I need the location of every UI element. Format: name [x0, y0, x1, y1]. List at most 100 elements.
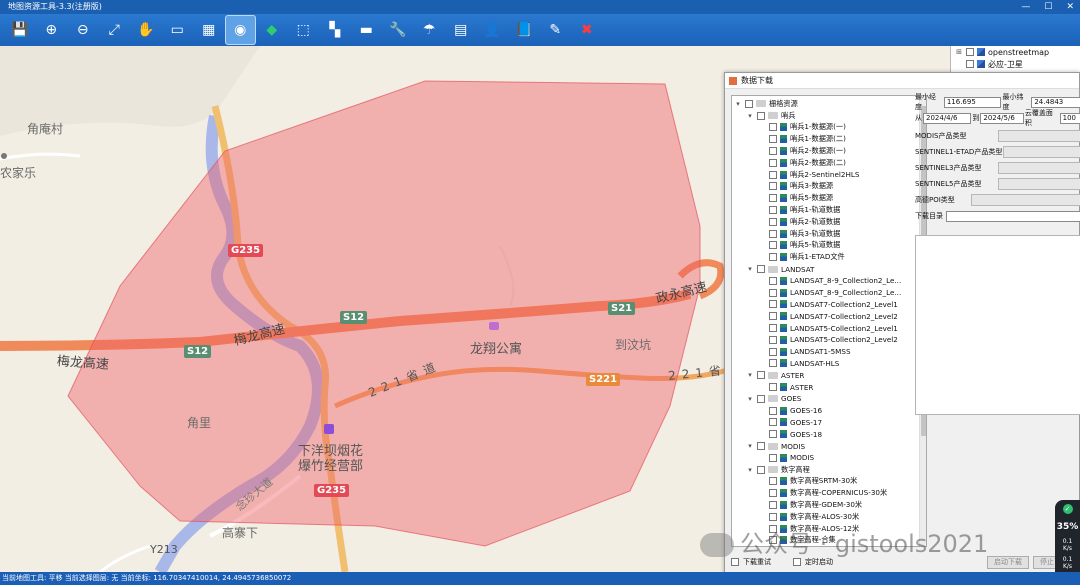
tree-checkbox[interactable]	[769, 170, 777, 179]
modis-type-select[interactable]	[997, 130, 1080, 142]
tree-checkbox[interactable]	[769, 229, 777, 238]
tree-checkbox[interactable]	[769, 312, 777, 321]
tree-checkbox[interactable]	[769, 453, 777, 462]
tree-checkbox[interactable]	[769, 347, 777, 356]
user-icon[interactable]: 👤	[477, 15, 509, 45]
tree-item-row[interactable]: 哨兵1-ETAD文件	[734, 251, 918, 263]
tree-item-row[interactable]: LANDSAT-HLS	[734, 358, 918, 370]
tree-checkbox[interactable]	[769, 335, 777, 344]
expand-icon[interactable]: ⊞	[955, 48, 963, 56]
tree-item-row[interactable]: 哨兵3-数据源	[734, 181, 918, 193]
minimize-icon[interactable]: —	[1021, 0, 1030, 14]
tree-checkbox[interactable]	[757, 371, 765, 380]
book-icon[interactable]: 📘	[508, 15, 540, 45]
start-download-button[interactable]: 启动下载	[987, 555, 1029, 569]
expand-icon[interactable]: ▾	[746, 112, 754, 120]
retry-checkbox[interactable]	[731, 558, 739, 566]
tree-item-row[interactable]: LANDSAT5-Collection2_Level2	[734, 334, 918, 346]
expand-icon[interactable]: ▾	[746, 371, 754, 379]
tree-checkbox[interactable]	[769, 206, 777, 215]
expand-icon[interactable]: ▾	[746, 395, 754, 403]
timer-checkbox[interactable]	[793, 558, 801, 566]
s5-type-select[interactable]	[997, 178, 1080, 190]
tree-checkbox[interactable]	[757, 442, 765, 450]
pencil-icon[interactable]: ✎	[540, 15, 572, 45]
s3-type-select[interactable]	[997, 162, 1080, 174]
tree-item-row[interactable]: LANDSAT_8-9_Collection2_Le...	[734, 287, 918, 299]
tree-checkbox[interactable]	[769, 182, 777, 191]
tree-item-row[interactable]: 数字高程-GDEM-30米	[734, 499, 918, 511]
tree-item-row[interactable]: LANDSAT_8-9_Collection2_Le...	[734, 275, 918, 287]
tree-item-row[interactable]: 哨兵2-数据源(一)	[734, 145, 918, 157]
tree-checkbox[interactable]	[757, 465, 765, 474]
tree-checkbox[interactable]	[769, 158, 777, 167]
tree-checkbox[interactable]	[769, 288, 777, 297]
maximize-icon[interactable]: ☐	[1044, 0, 1052, 14]
zoom-in-icon[interactable]: ⊕	[36, 15, 68, 45]
tree-item-row[interactable]: GOES-17	[734, 417, 918, 429]
move-icon[interactable]: ⬚	[288, 15, 320, 45]
polygon-draw-icon[interactable]: ◆	[256, 15, 288, 45]
tree-item-row[interactable]: 数字高程SRTM-30米	[734, 476, 918, 488]
expand-icon[interactable]: ▾	[746, 442, 754, 450]
expand-icon[interactable]: ▾	[746, 466, 754, 474]
tree-checkbox[interactable]	[769, 477, 777, 486]
tree-item-row[interactable]: 数字高程-ALOS-30米	[734, 511, 918, 523]
tree-item-row[interactable]: 哨兵1-轨道数据	[734, 204, 918, 216]
tree-folder-row[interactable]: ▾ 哨兵	[734, 110, 918, 122]
tree-folder-row[interactable]: ▾ LANDSAT	[734, 263, 918, 275]
umbrella-icon[interactable]: ☂	[414, 15, 446, 45]
tree-folder-row[interactable]: ▾ MODIS	[734, 440, 918, 452]
eraser-icon[interactable]: ▬	[351, 15, 383, 45]
tree-folder-row[interactable]: ▾ 栅格资源	[734, 98, 918, 110]
grid-icon[interactable]: ▦	[193, 15, 225, 45]
tree-checkbox[interactable]	[769, 241, 777, 250]
tree-checkbox[interactable]	[769, 123, 777, 132]
tree-item-row[interactable]: GOES-16	[734, 405, 918, 417]
tree-item-row[interactable]: LANDSAT7-Collection2_Level1	[734, 299, 918, 311]
tree-checkbox[interactable]	[769, 135, 777, 144]
tree-checkbox[interactable]	[769, 217, 777, 226]
expand-icon[interactable]: ▾	[734, 100, 742, 108]
tree-item-row[interactable]: 哨兵1-数据源(一)	[734, 122, 918, 134]
tree-checkbox[interactable]	[757, 265, 765, 274]
layer-stack-icon[interactable]: ▤	[445, 15, 477, 45]
from-date-input[interactable]: 2024/4/6	[923, 112, 972, 124]
tree-checkbox[interactable]	[745, 99, 753, 108]
tree-folder-row[interactable]: ▾ 数字高程	[734, 464, 918, 476]
tree-item-row[interactable]: 哨兵2-数据源(二)	[734, 157, 918, 169]
tree-checkbox[interactable]	[769, 383, 777, 392]
tree-checkbox[interactable]	[769, 489, 777, 498]
tree-item-row[interactable]: 哨兵3-轨道数据	[734, 228, 918, 240]
tree-item-row[interactable]: 哨兵1-数据源(二)	[734, 133, 918, 145]
pan-hand-icon[interactable]: ✋	[130, 15, 162, 45]
tree-checkbox[interactable]	[769, 276, 777, 285]
layer-row-osm[interactable]: ⊞ openstreetmap	[955, 46, 1080, 58]
close-icon[interactable]: ✕	[1066, 0, 1074, 14]
tree-checkbox[interactable]	[769, 300, 777, 309]
tree-checkbox[interactable]	[769, 253, 777, 262]
save-icon[interactable]: 💾	[4, 15, 36, 45]
tree-item-row[interactable]: ASTER	[734, 381, 918, 393]
exit-icon[interactable]: ✖	[571, 15, 603, 45]
download-dir-input[interactable]	[945, 210, 1080, 222]
measure-ruler-icon[interactable]: ▭	[162, 15, 194, 45]
tree-item-row[interactable]: 哨兵2-轨道数据	[734, 216, 918, 228]
tree-checkbox[interactable]	[757, 111, 765, 120]
tree-checkbox[interactable]	[769, 359, 777, 368]
to-date-input[interactable]: 2024/5/6	[980, 112, 1024, 124]
tree-item-row[interactable]: LANDSAT1-5MSS	[734, 346, 918, 358]
tile-icon[interactable]: ▚	[319, 15, 351, 45]
tree-folder-row[interactable]: ▾ ASTER	[734, 369, 918, 381]
tree-checkbox[interactable]	[769, 512, 777, 521]
tree-item-row[interactable]: LANDSAT7-Collection2_Level2	[734, 310, 918, 322]
tree-item-row[interactable]: 哨兵5-数据源	[734, 192, 918, 204]
tree-item-row[interactable]: LANDSAT5-Collection2_Level1	[734, 322, 918, 334]
expand-icon[interactable]: ▾	[746, 265, 754, 273]
tree-checkbox[interactable]	[769, 418, 777, 427]
tree-checkbox[interactable]	[769, 500, 777, 509]
select-pin-icon[interactable]: ◉	[224, 15, 256, 45]
cloud-cover-input[interactable]: 100	[1059, 112, 1080, 124]
tree-item-row[interactable]: GOES-18	[734, 428, 918, 440]
layer-checkbox[interactable]	[966, 48, 974, 56]
